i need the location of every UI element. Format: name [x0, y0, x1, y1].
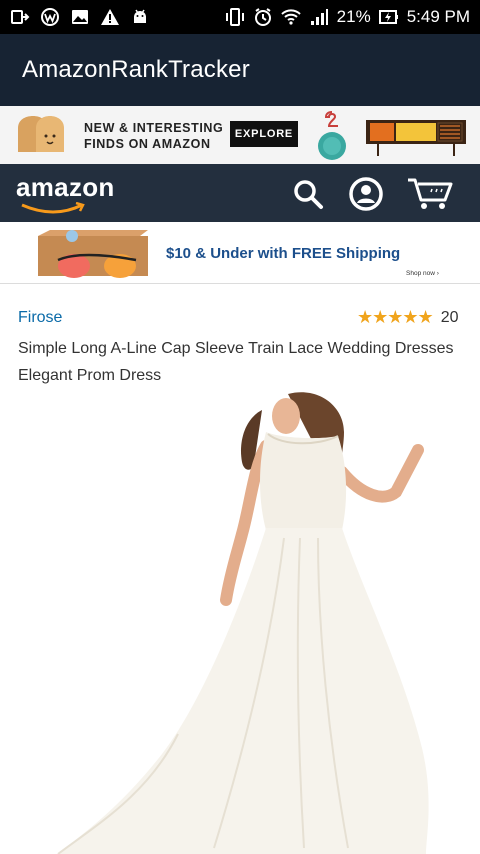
- promo-headline: NEW & INTERESTING FINDS ON AMAZON: [84, 121, 224, 151]
- battery-percent: 21%: [336, 7, 371, 26]
- system-status: 21% 5:49 PM: [225, 7, 470, 27]
- usb-icon: [10, 7, 30, 27]
- amazon-smile-icon: [21, 202, 85, 214]
- notification-icons: [10, 7, 150, 27]
- search-icon[interactable]: [290, 176, 326, 212]
- cart-icon[interactable]: [406, 176, 456, 212]
- alarm-icon: [253, 7, 273, 27]
- shop-now-link[interactable]: Shop now ›: [406, 270, 439, 277]
- speaker-icon: [318, 111, 346, 160]
- star-rating-icon: ★★★★★: [357, 307, 434, 327]
- app-bar: AmazonRankTracker: [0, 34, 480, 106]
- review-count: 20: [440, 308, 459, 326]
- android-icon: [130, 7, 150, 27]
- status-bar: 21% 5:49 PM: [0, 0, 480, 34]
- clock: 5:49 PM: [406, 7, 470, 26]
- app-title: AmazonRankTracker: [22, 56, 250, 83]
- app-icon: [40, 7, 60, 27]
- explore-button[interactable]: EXPLORE: [230, 121, 298, 147]
- battery-icon: [378, 7, 399, 27]
- cabinet-icon: [366, 120, 466, 156]
- product-image[interactable]: [48, 388, 448, 854]
- signal-icon: [309, 7, 329, 27]
- product-rating[interactable]: ★★★★★ 20: [357, 307, 458, 328]
- product-brand[interactable]: Firose: [18, 309, 62, 327]
- image-icon: [70, 7, 90, 27]
- amazon-logo[interactable]: amazon: [16, 172, 115, 203]
- account-icon[interactable]: [348, 176, 384, 212]
- product-title: Simple Long A-Line Cap Sleeve Train Lace…: [18, 340, 454, 384]
- sunglasses-box-icon: [38, 230, 148, 278]
- deal-headline: $10 & Under with FREE Shipping: [166, 245, 401, 262]
- vibrate-icon: [225, 7, 245, 27]
- warning-icon: [100, 7, 120, 27]
- wifi-icon: [280, 7, 301, 27]
- toast-icon: [18, 116, 64, 152]
